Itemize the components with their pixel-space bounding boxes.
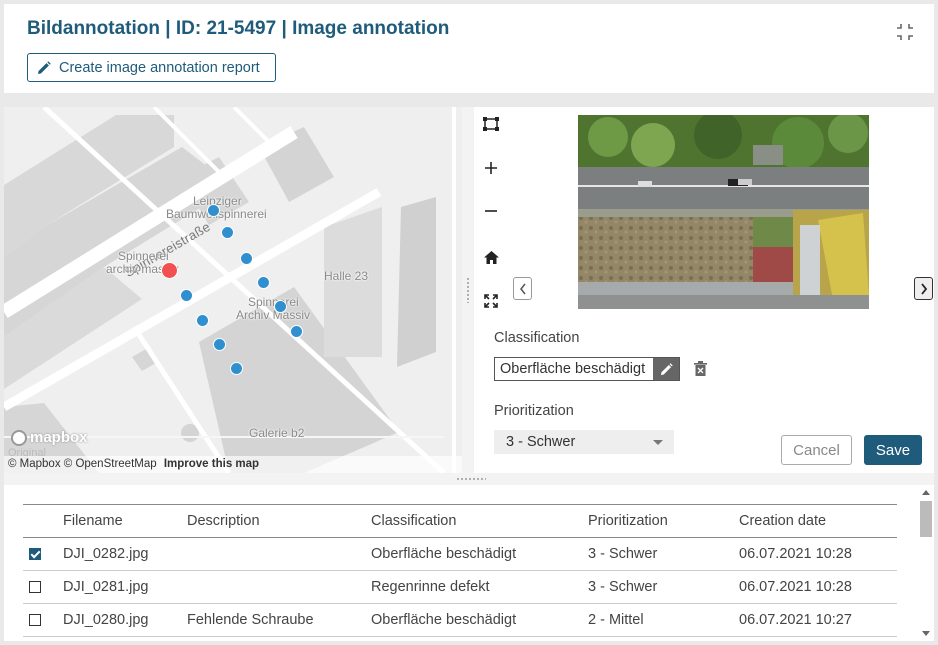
map-view[interactable]: Spinnereistraße Leipziger Baumwollspinne… [4,107,462,473]
image-table-panel: Filename Description Classification Prio… [4,485,934,641]
prioritization-value: 3 - Schwer [506,434,576,450]
chevron-down-icon [653,440,663,445]
zoom-out-icon[interactable] [482,202,500,220]
select-column-header [23,504,63,538]
map-marker-selected[interactable] [161,262,178,279]
cell-prioritization: 2 - Mittel [588,603,739,637]
table-row[interactable]: DJI_0280.jpg Fehlende Schraube Oberfläche … [23,603,897,637]
map-poi-label: Galerie b2 [249,426,305,440]
cell-select [23,570,63,604]
column-header-creation-date[interactable]: Creation date [739,504,897,538]
table-scrollbar[interactable] [918,485,934,641]
column-header-description[interactable]: Description [187,504,371,538]
map-marker[interactable] [207,204,220,217]
cell-select [23,537,63,571]
chevron-right-icon [920,282,927,295]
cell-classification: Oberfläche beschädigt [371,537,588,571]
map-poi-label: Archiv Massiv [236,308,311,322]
drag-handle-icon [466,277,470,303]
fullscreen-icon[interactable] [482,292,500,310]
create-report-button[interactable]: Create image annotation report [27,53,276,82]
drag-handle-icon [456,477,486,481]
table-header-row: Filename Description Classification Prio… [23,504,897,538]
map-marker[interactable] [230,362,243,375]
prioritization-label: Prioritization [494,403,574,419]
mapbox-logo-icon [11,429,27,446]
save-button[interactable]: Save [864,435,922,465]
map-marker[interactable] [180,289,193,302]
classification-field[interactable]: Oberfläche beschädigt [494,357,680,381]
cell-prioritization: 3 - Schwer [588,570,739,604]
scrollbar-thumb[interactable] [920,501,932,537]
map-poi-label: Spinnerei [118,249,169,263]
header-panel: Bildannotation | ID: 21-5497 | Image ann… [4,4,934,93]
aerial-photo [578,115,869,309]
collapse-icon[interactable] [896,23,914,41]
row-checkbox[interactable] [29,548,41,561]
edit-classification-button[interactable] [653,358,679,380]
classification-value: Oberfläche beschädigt [500,361,646,377]
trash-icon[interactable] [694,361,707,376]
cell-filename: DJI_0281.jpg [63,570,187,604]
create-report-label: Create image annotation report [59,59,260,76]
attribution-text: © Mapbox © OpenStreetMap [8,458,157,470]
rectangle-select-icon[interactable] [482,115,500,133]
cell-classification: Oberfläche beschädigt [371,603,588,637]
column-header-prioritization[interactable]: Prioritization [588,504,739,538]
prioritization-select[interactable]: 3 - Schwer [494,430,674,454]
cell-select [23,603,63,637]
pencil-icon [38,60,51,74]
cell-prioritization: 3 - Schwer [588,537,739,571]
next-image-button[interactable] [914,277,933,300]
scroll-down-icon[interactable] [922,631,930,636]
image-table: Filename Description Classification Prio… [23,504,897,637]
classification-label: Classification [494,330,580,346]
map-attribution: © Mapbox © OpenStreetMap Improve this ma… [4,456,462,473]
map-marker[interactable] [274,300,287,313]
vertical-splitter[interactable] [462,107,474,473]
chevron-left-icon [519,283,526,294]
page-title: Bildannotation | ID: 21-5497 | Image ann… [27,18,450,39]
table-row[interactable]: DJI_0282.jpg Oberfläche beschädigt 3 - Sch… [23,537,897,571]
map-marker[interactable] [221,226,234,239]
row-checkbox[interactable] [29,614,41,627]
cell-description [187,537,371,571]
cell-description: Fehlende Schraube [187,603,371,637]
map-marker[interactable] [196,314,209,327]
cell-filename: DJI_0282.jpg [63,537,187,571]
row-checkbox[interactable] [29,581,41,594]
cell-classification: Regenrinne defekt [371,570,588,604]
previous-image-button[interactable] [513,277,532,300]
annotation-panel: Classification Oberfläche beschädigt Pri… [474,107,934,473]
annotation-image[interactable] [578,115,869,309]
home-icon[interactable] [482,248,500,266]
mapbox-logo-text: mapbox [30,429,88,446]
map-basemap [4,107,462,473]
scroll-up-icon[interactable] [922,490,930,495]
map-marker[interactable] [257,276,270,289]
cell-description [187,570,371,604]
horizontal-splitter[interactable] [4,473,934,485]
zoom-in-icon[interactable] [482,159,500,177]
mapbox-logo[interactable]: mapbox [11,429,88,446]
cancel-button[interactable]: Cancel [781,435,852,465]
map-marker[interactable] [290,325,303,338]
pencil-icon [660,362,673,375]
column-header-filename[interactable]: Filename [63,504,187,538]
cell-filename: DJI_0280.jpg [63,603,187,637]
map-poi-label: Halle 23 [324,269,369,283]
cell-creation-date: 06.07.2021 10:28 [739,537,897,571]
column-header-classification[interactable]: Classification [371,504,588,538]
improve-map-link[interactable]: Improve this map [164,458,259,470]
map-marker[interactable] [213,338,226,351]
cell-creation-date: 06.07.2021 10:28 [739,570,897,604]
map-marker[interactable] [240,252,253,265]
cell-creation-date: 06.07.2021 10:27 [739,603,897,637]
table-row[interactable]: DJI_0281.jpg Regenrinne defekt 3 - Schwer 0… [23,570,897,604]
